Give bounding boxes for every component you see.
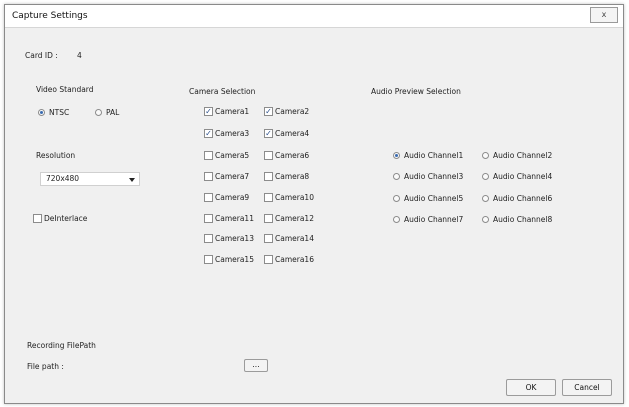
camera-label: Camera4 xyxy=(275,129,310,138)
checkbox-box xyxy=(204,151,213,160)
camera-label: Camera6 xyxy=(275,151,310,160)
camera-label: Camera11 xyxy=(215,214,254,223)
radio-pal-indicator xyxy=(95,109,102,116)
audio-channel-radio[interactable]: Audio Channel6 xyxy=(482,194,552,203)
camera-checkbox[interactable]: Camera11 xyxy=(204,214,254,223)
camera-label: Camera16 xyxy=(275,255,314,264)
camera-selection-label: Camera Selection xyxy=(189,87,256,96)
resolution-value: 720x480 xyxy=(46,174,80,183)
checkbox-box xyxy=(264,214,273,223)
radio-indicator xyxy=(482,195,489,202)
camera-checkbox[interactable]: ✓ Camera1 xyxy=(204,107,249,116)
checkbox-box xyxy=(264,193,273,202)
chevron-down-icon xyxy=(129,178,135,182)
checkbox-box xyxy=(264,172,273,181)
resolution-label: Resolution xyxy=(36,151,76,160)
radio-ntsc-label: NTSC xyxy=(49,108,70,117)
cancel-button[interactable]: Cancel xyxy=(562,379,612,396)
checkbox-box xyxy=(204,193,213,202)
audio-channel-label: Audio Channel1 xyxy=(404,151,464,160)
checkbox-box xyxy=(264,255,273,264)
camera-label: Camera14 xyxy=(275,234,314,243)
camera-checkbox[interactable]: Camera15 xyxy=(204,255,254,264)
camera-checkbox[interactable]: ✓ Camera2 xyxy=(264,107,309,116)
camera-label: Camera10 xyxy=(275,193,314,202)
audio-channel-label: Audio Channel3 xyxy=(404,172,464,181)
window-title: Capture Settings xyxy=(12,11,88,21)
audio-channel-radio[interactable]: Audio Channel4 xyxy=(482,172,552,181)
video-standard-label: Video Standard xyxy=(36,85,94,94)
audio-channel-label: Audio Channel2 xyxy=(493,151,553,160)
audio-channel-radio[interactable]: Audio Channel5 xyxy=(393,194,463,203)
audio-channel-radio[interactable]: Audio Channel8 xyxy=(482,215,552,224)
camera-label: Camera9 xyxy=(215,193,250,202)
audio-channel-radio[interactable]: Audio Channel3 xyxy=(393,172,463,181)
audio-channel-radio[interactable]: Audio Channel7 xyxy=(393,215,463,224)
audio-channel-radio[interactable]: Audio Channel1 xyxy=(393,151,463,160)
radio-indicator xyxy=(393,173,400,180)
audio-channel-label: Audio Channel4 xyxy=(493,172,553,181)
check-icon: ✓ xyxy=(204,107,213,116)
checkbox-box xyxy=(204,214,213,223)
card-id-label: Card ID : xyxy=(25,51,58,60)
camera-checkbox[interactable]: ✓ Camera3 xyxy=(204,129,249,138)
checkbox-box xyxy=(204,255,213,264)
camera-label: Camera5 xyxy=(215,151,250,160)
radio-ntsc[interactable]: NTSC xyxy=(38,108,69,117)
file-path-label: File path : xyxy=(27,362,64,371)
checkbox-box xyxy=(204,234,213,243)
audio-preview-label: Audio Preview Selection xyxy=(371,87,461,96)
title-bar: Capture Settings x xyxy=(5,5,623,28)
camera-checkbox[interactable]: Camera5 xyxy=(204,151,249,160)
camera-checkbox[interactable]: Camera7 xyxy=(204,172,249,181)
camera-checkbox[interactable]: Camera9 xyxy=(204,193,249,202)
audio-channel-label: Audio Channel8 xyxy=(493,215,553,224)
camera-label: Camera13 xyxy=(215,234,254,243)
audio-channel-radio[interactable]: Audio Channel2 xyxy=(482,151,552,160)
camera-label: Camera2 xyxy=(275,107,310,116)
camera-checkbox[interactable]: Camera13 xyxy=(204,234,254,243)
checkbox-box xyxy=(204,172,213,181)
deinterlace-box xyxy=(33,214,42,223)
camera-label: Camera3 xyxy=(215,129,250,138)
browse-button[interactable]: ... xyxy=(244,359,268,372)
close-button[interactable]: x xyxy=(590,7,618,23)
checkbox-box xyxy=(264,234,273,243)
radio-pal-label: PAL xyxy=(106,108,120,117)
radio-indicator xyxy=(482,152,489,159)
ok-button[interactable]: OK xyxy=(506,379,556,396)
camera-label: Camera1 xyxy=(215,107,250,116)
deinterlace-label: DeInterlace xyxy=(44,214,88,223)
check-icon: ✓ xyxy=(264,107,273,116)
audio-channel-label: Audio Channel6 xyxy=(493,194,553,203)
capture-settings-dialog: Capture Settings x Card ID : 4 Video Sta… xyxy=(4,4,624,404)
radio-indicator xyxy=(393,152,400,159)
check-icon: ✓ xyxy=(204,129,213,138)
camera-checkbox[interactable]: ✓ Camera4 xyxy=(264,129,309,138)
resolution-select[interactable]: 720x480 xyxy=(40,172,140,186)
recording-filepath-label: Recording FilePath xyxy=(27,341,96,350)
camera-label: Camera7 xyxy=(215,172,250,181)
camera-checkbox[interactable]: Camera6 xyxy=(264,151,309,160)
camera-label: Camera15 xyxy=(215,255,254,264)
radio-pal[interactable]: PAL xyxy=(95,108,119,117)
camera-checkbox[interactable]: Camera14 xyxy=(264,234,314,243)
checkbox-box xyxy=(264,151,273,160)
check-icon: ✓ xyxy=(264,129,273,138)
radio-indicator xyxy=(482,216,489,223)
card-id-value: 4 xyxy=(77,51,82,60)
camera-checkbox[interactable]: Camera16 xyxy=(264,255,314,264)
camera-label: Camera12 xyxy=(275,214,314,223)
audio-channel-label: Audio Channel5 xyxy=(404,194,464,203)
camera-checkbox[interactable]: Camera12 xyxy=(264,214,314,223)
deinterlace-checkbox[interactable]: DeInterlace xyxy=(33,214,87,223)
radio-indicator xyxy=(393,216,400,223)
audio-channel-label: Audio Channel7 xyxy=(404,215,464,224)
radio-indicator xyxy=(393,195,400,202)
camera-checkbox[interactable]: Camera10 xyxy=(264,193,314,202)
radio-ntsc-indicator xyxy=(38,109,45,116)
camera-label: Camera8 xyxy=(275,172,310,181)
radio-indicator xyxy=(482,173,489,180)
camera-checkbox[interactable]: Camera8 xyxy=(264,172,309,181)
